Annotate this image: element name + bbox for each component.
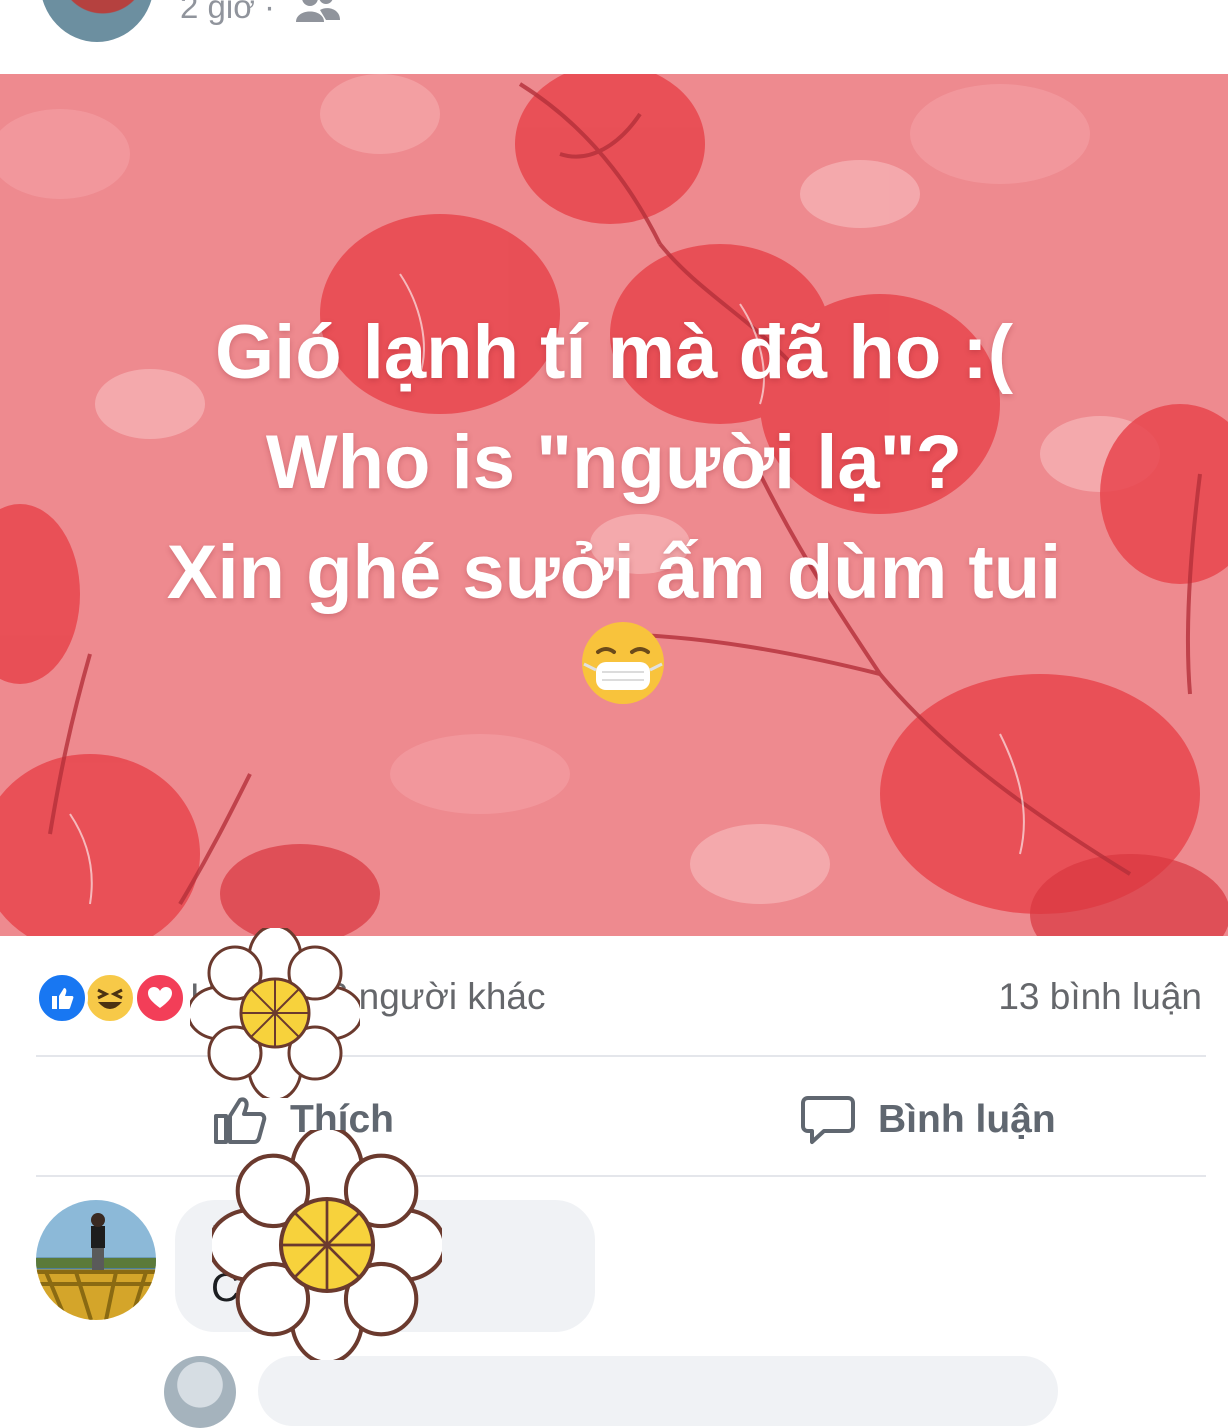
flower-sticker	[212, 1130, 442, 1360]
comment-count[interactable]: 13 bình luận	[998, 976, 1202, 1018]
commenter-avatar[interactable]	[36, 1200, 156, 1320]
comment-button[interactable]: Bình luận	[800, 1090, 1056, 1150]
post-text-line-1: Gió lạnh tí mà đã ho :(	[215, 310, 1013, 395]
like-icon	[36, 972, 88, 1024]
reply-bubble[interactable]	[258, 1356, 1058, 1426]
post-text-line-2: Who is "người lạ"?	[265, 420, 963, 505]
reaction-icons[interactable]	[36, 972, 186, 1024]
post-text-line-3: Xin ghé sưởi ấm dùm tui	[166, 530, 1062, 615]
mask-emoji	[580, 620, 666, 711]
comment-button-label: Bình luận	[878, 1098, 1056, 1141]
reply-avatar[interactable]	[164, 1356, 236, 1428]
post-status-text: Gió lạnh tí mà đã ho :( Who is "người lạ…	[0, 298, 1228, 628]
friends-icon[interactable]	[296, 0, 340, 29]
author-avatar[interactable]	[40, 0, 154, 42]
comment-icon	[801, 1096, 855, 1144]
post-background[interactable]: Gió lạnh tí mà đã ho :( Who is "người lạ…	[0, 74, 1228, 936]
haha-icon	[84, 972, 136, 1024]
love-icon	[134, 972, 186, 1024]
post-timestamp: 2 giờ ·	[180, 0, 276, 25]
flower-sticker	[190, 928, 360, 1098]
